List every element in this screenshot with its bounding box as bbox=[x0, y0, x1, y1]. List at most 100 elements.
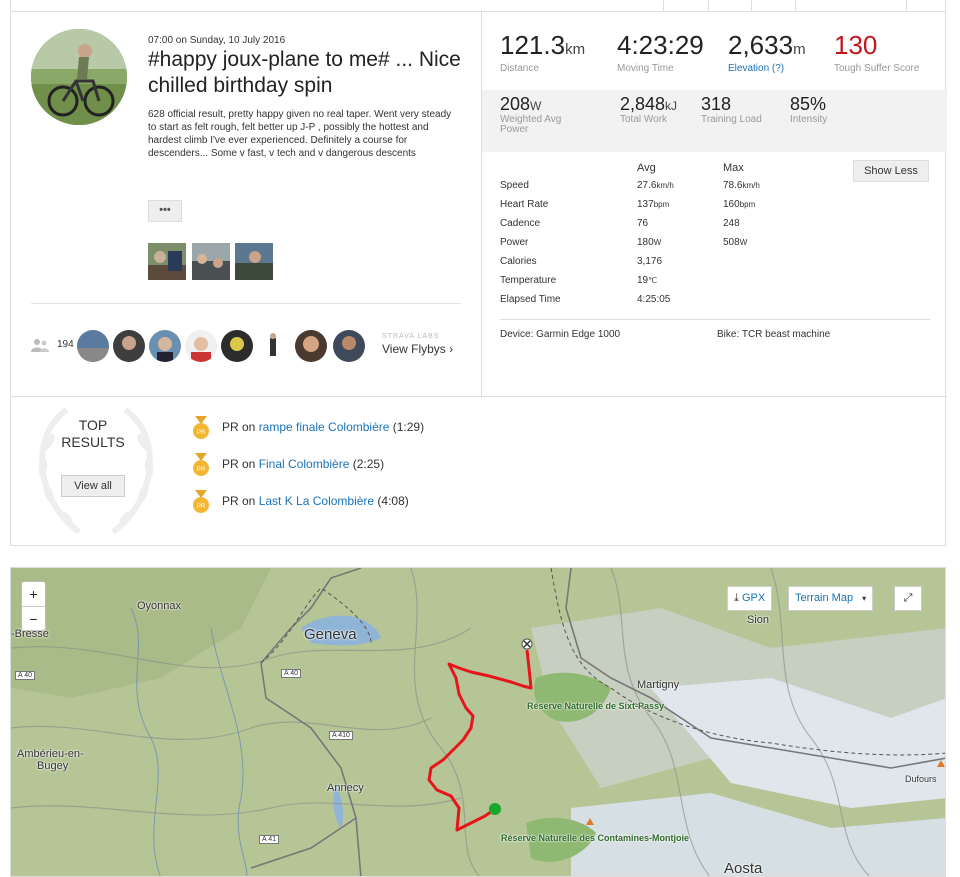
athlete-avatar[interactable] bbox=[31, 29, 127, 125]
view-flybys-link[interactable]: View Flybys › bbox=[382, 342, 453, 356]
zoom-out-button[interactable]: − bbox=[22, 606, 45, 630]
detail-row-avg: 76 bbox=[637, 218, 649, 229]
detail-row-max: 508W bbox=[723, 237, 748, 248]
device-info: Device: Garmin Edge 1000 bbox=[500, 329, 621, 340]
strava-labs-label: STRAVA LABS bbox=[382, 333, 440, 340]
map-type-dropdown[interactable]: Terrain Map ▾ bbox=[788, 586, 874, 611]
fullscreen-button[interactable]: ⤢ bbox=[894, 586, 922, 611]
top-tab[interactable] bbox=[708, 0, 751, 12]
map-label: Annecy bbox=[327, 782, 364, 794]
activity-date: 07:00 on Sunday, 10 July 2016 bbox=[148, 35, 286, 46]
photo-thumbnail[interactable] bbox=[148, 243, 186, 280]
detail-row-label: Heart Rate bbox=[500, 199, 549, 210]
map-label: Dufours bbox=[905, 774, 937, 784]
detail-row-label: Calories bbox=[500, 256, 537, 267]
detail-row-max: 78.6km/h bbox=[723, 180, 760, 191]
segment-link[interactable]: Final Colombière bbox=[259, 457, 350, 471]
photo-thumbnail[interactable] bbox=[192, 243, 230, 280]
segment-link[interactable]: rampe finale Colombière bbox=[259, 420, 390, 434]
pr-time: (2:25) bbox=[349, 457, 385, 471]
map-type-label: Terrain Map bbox=[795, 592, 854, 604]
avatar[interactable] bbox=[149, 330, 181, 362]
detail-row-label: Cadence bbox=[500, 218, 541, 229]
top-tab[interactable] bbox=[663, 0, 708, 12]
suffer-score-label: Tough Suffer Score bbox=[834, 63, 920, 74]
avatar[interactable] bbox=[295, 330, 327, 362]
elevation-help-link[interactable]: Elevation (?) bbox=[728, 63, 806, 74]
detail-row-avg: 4:25:05 bbox=[637, 294, 671, 305]
map-label: Sion bbox=[747, 614, 770, 626]
detail-row-max: 160bpm bbox=[723, 199, 756, 210]
pr-time: (1:29) bbox=[389, 420, 425, 434]
top-tab[interactable] bbox=[751, 0, 795, 12]
map-label: Martigny bbox=[637, 679, 680, 691]
avatar[interactable] bbox=[77, 330, 109, 362]
total-work-value: 2,848 bbox=[620, 94, 666, 114]
pr-medal-icon: PR bbox=[193, 416, 209, 439]
route-map[interactable]: + − ⤓ GPX Terrain Map ▾ ⤢ Oyonnax -Bress… bbox=[10, 567, 946, 877]
top-tab[interactable] bbox=[906, 0, 946, 12]
photo-thumbnail[interactable] bbox=[235, 243, 273, 280]
svg-text:PR: PR bbox=[197, 430, 206, 436]
moving-time-value: 4:23:29 bbox=[617, 30, 704, 60]
avatar[interactable] bbox=[333, 330, 365, 362]
detail-row-label: Temperature bbox=[500, 275, 557, 286]
intensity-label: Intensity bbox=[790, 114, 828, 125]
top-tab[interactable] bbox=[795, 0, 906, 12]
kudos-count[interactable]: 194 bbox=[57, 339, 74, 350]
activity-stats: 121.3km Distance 4:23:29 Moving Time 2,6… bbox=[481, 12, 947, 396]
stat-intensity: 85% Intensity bbox=[790, 94, 827, 125]
detail-row-label: Speed bbox=[500, 180, 529, 191]
map-label: -Bresse bbox=[11, 628, 49, 640]
download-icon: ⤓ bbox=[734, 592, 739, 604]
pr-prefix: PR on bbox=[222, 420, 259, 434]
terrain-map[interactable] bbox=[11, 568, 946, 877]
max-header: Max bbox=[723, 162, 744, 174]
detail-row-label: Power bbox=[500, 237, 529, 248]
kudos-icon[interactable] bbox=[31, 338, 49, 352]
map-label: Ambérieu-en- bbox=[17, 748, 84, 760]
show-less-button[interactable]: Show Less bbox=[853, 160, 929, 182]
training-load-value: 318 bbox=[701, 94, 732, 114]
detail-row-max: 248 bbox=[723, 218, 740, 229]
activity-description: 628 official result, pretty happy given … bbox=[148, 109, 452, 159]
top-results-title-line: TOP bbox=[78, 417, 108, 433]
weighted-power-label: Weighted Avg Power bbox=[500, 114, 562, 135]
intensity-value: 85% bbox=[790, 94, 827, 114]
start-marker-icon bbox=[489, 803, 501, 815]
avg-header: Avg bbox=[637, 162, 656, 174]
segment-link[interactable]: Last K La Colombière bbox=[259, 494, 374, 508]
kudos-row: 194 STRAVA LABS View Flybys › bbox=[31, 328, 471, 364]
pr-time: (4:08) bbox=[374, 494, 409, 508]
training-load-label: Training Load bbox=[701, 114, 762, 125]
activity-title[interactable]: #happy joux-plane to me# ... Nice chille… bbox=[148, 47, 468, 99]
caret-down-icon: ▾ bbox=[862, 594, 867, 603]
suffer-score-value[interactable]: 130 bbox=[834, 30, 919, 61]
avatar[interactable] bbox=[257, 330, 289, 362]
more-options-button[interactable]: ••• bbox=[148, 200, 182, 222]
stat-weighted-power: 208W Weighted Avg Power bbox=[500, 94, 570, 135]
road-sign: A 410 bbox=[329, 731, 353, 740]
weighted-power-unit: W bbox=[530, 99, 542, 113]
total-work-label: Total Work bbox=[620, 114, 668, 125]
view-all-button[interactable]: View all bbox=[61, 475, 125, 497]
avatar[interactable] bbox=[185, 330, 217, 362]
svg-text:PR: PR bbox=[197, 467, 206, 473]
top-tab-strip bbox=[10, 0, 946, 12]
map-label: Oyonnax bbox=[137, 600, 182, 612]
avatar[interactable] bbox=[113, 330, 145, 362]
gpx-download-button[interactable]: ⤓ GPX bbox=[727, 586, 773, 611]
activity-summary: 07:00 on Sunday, 10 July 2016 #happy jou… bbox=[11, 12, 481, 396]
bike-info[interactable]: Bike: TCR beast machine bbox=[717, 329, 830, 340]
stat-training-load: 318 Training Load bbox=[701, 94, 762, 125]
zoom-in-button[interactable]: + bbox=[22, 582, 45, 606]
detail-row-avg: 180W bbox=[637, 237, 662, 248]
weighted-power-value: 208 bbox=[500, 94, 531, 114]
zoom-control: + − bbox=[21, 581, 46, 631]
gpx-label: GPX bbox=[741, 592, 766, 604]
avatar[interactable] bbox=[221, 330, 253, 362]
stat-elevation: 2,633m Elevation (?) bbox=[728, 30, 806, 74]
svg-text:PR: PR bbox=[197, 504, 206, 510]
stat-suffer-score: 130 Tough Suffer Score bbox=[834, 30, 919, 74]
total-work-unit: kJ bbox=[665, 99, 678, 113]
